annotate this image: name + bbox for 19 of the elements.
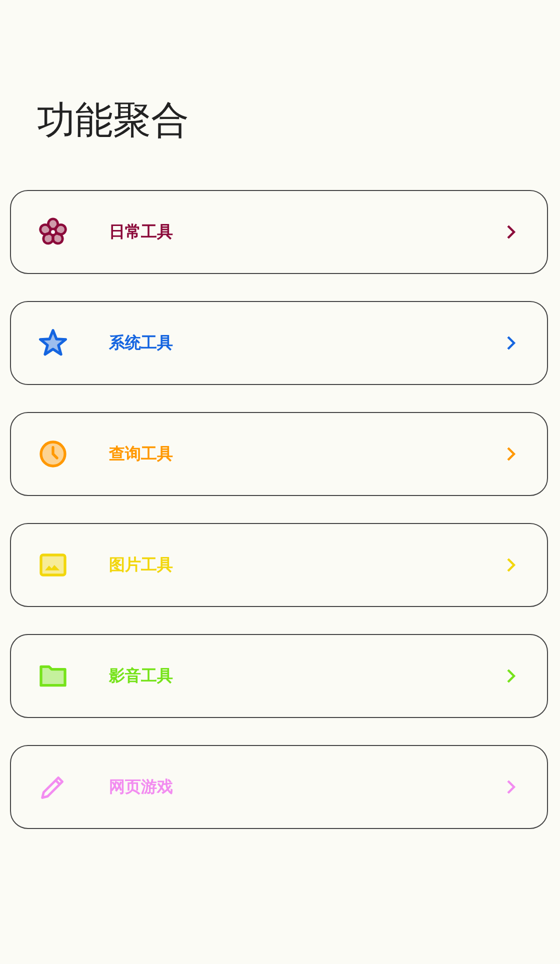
page-title: 功能聚合 xyxy=(36,97,190,144)
menu-label: 系统工具 xyxy=(109,332,174,354)
menu-card[interactable]: 图片工具 xyxy=(10,523,548,607)
menu-label: 查询工具 xyxy=(109,444,174,464)
chevron-icon xyxy=(505,446,517,462)
chevron-icon xyxy=(505,668,517,684)
menu-label: 图片工具 xyxy=(109,554,174,576)
menu-card[interactable]: 影音工具 xyxy=(10,634,548,718)
menu-card[interactable]: 查询工具 xyxy=(10,412,548,496)
menu-card[interactable]: 系统工具 xyxy=(10,301,548,385)
menu-card[interactable]: 网页游戏 xyxy=(10,745,548,829)
menu-card[interactable]: 日常工具 xyxy=(10,190,548,274)
chevron-icon xyxy=(505,224,517,240)
menu-label: 日常工具 xyxy=(109,222,174,242)
chevron-icon xyxy=(505,557,517,573)
menu-label: 网页游戏 xyxy=(109,776,174,798)
menu-label: 影音工具 xyxy=(109,666,174,686)
chevron-icon xyxy=(505,335,517,351)
chevron-icon xyxy=(505,779,517,795)
